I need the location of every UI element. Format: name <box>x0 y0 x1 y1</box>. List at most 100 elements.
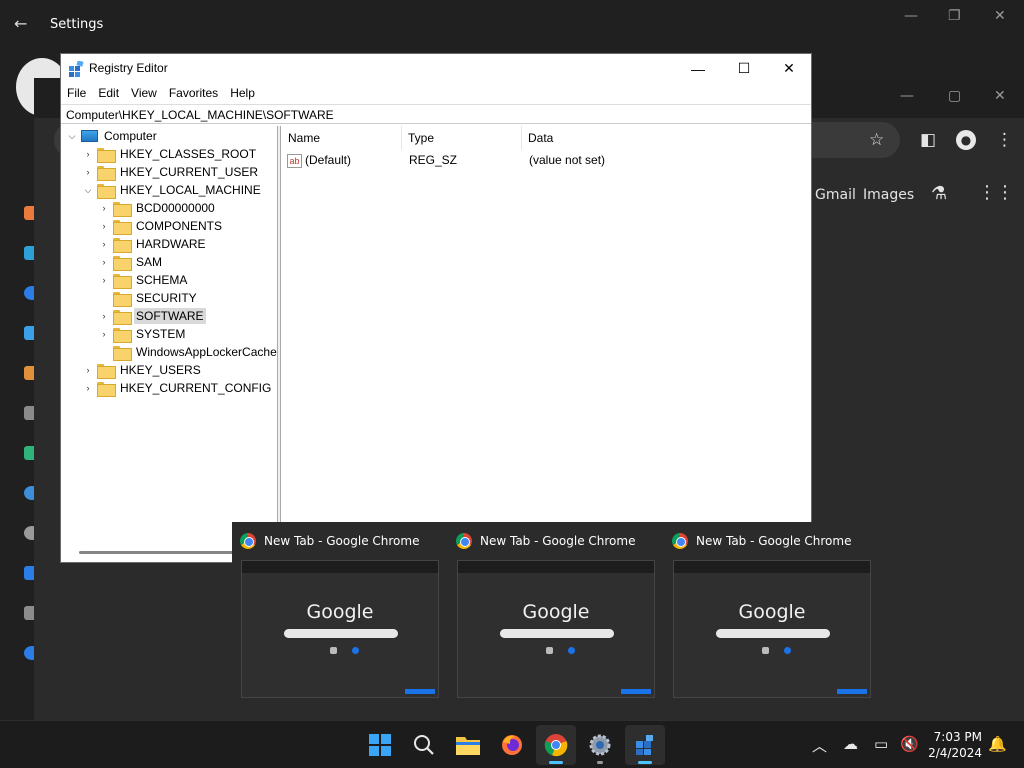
computer-icon <box>81 130 98 142</box>
menu-favorites[interactable]: Favorites <box>163 83 224 103</box>
thumbnail-title: New Tab - Google Chrome <box>480 534 636 548</box>
chrome-minimize-icon[interactable]: — <box>900 88 914 104</box>
network-icon[interactable]: ▭ <box>874 735 888 753</box>
tree-node-hkcr[interactable]: › HKEY_CLASSES_ROOT <box>82 145 258 163</box>
chrome-close-icon[interactable]: ✕ <box>994 88 1006 104</box>
close-button[interactable]: ✕ <box>766 54 812 83</box>
minimize-icon[interactable]: — <box>904 8 918 24</box>
tree-node-hkcc[interactable]: › HKEY_CURRENT_CONFIG <box>82 379 273 397</box>
maximize-button[interactable]: ☐ <box>721 54 767 83</box>
labs-flask-icon[interactable]: ⚗ <box>931 183 947 204</box>
column-header-data[interactable]: Data <box>522 126 811 150</box>
clock[interactable]: 7:03 PM 2/4/2024 <box>928 729 982 761</box>
tree-node-hku[interactable]: › HKEY_USERS <box>82 361 203 379</box>
collapsed-chevron-icon[interactable]: › <box>98 239 110 249</box>
close-icon[interactable]: ✕ <box>994 8 1006 24</box>
menu-view[interactable]: View <box>125 83 163 103</box>
google-logo: Google <box>522 601 590 623</box>
onedrive-offline-icon[interactable]: ☁ <box>843 735 858 753</box>
expanded-chevron-icon[interactable]: ⌵ <box>66 131 78 142</box>
values-list: Name Type Data ab (Default) REG_SZ (valu… <box>282 126 811 562</box>
registry-editor-taskbar-button[interactable] <box>625 725 665 765</box>
tree-node-components[interactable]: › COMPONENTS <box>98 217 224 235</box>
thumbnail-preview[interactable]: Google <box>457 560 655 698</box>
google-logo: Google <box>738 601 806 623</box>
gear-icon <box>589 734 611 756</box>
collapsed-chevron-icon[interactable]: › <box>98 203 110 213</box>
images-link[interactable]: Images <box>863 187 914 203</box>
start-button[interactable] <box>360 725 400 765</box>
tree-node-security[interactable]: SECURITY <box>98 289 199 307</box>
menu-file[interactable]: File <box>61 83 92 103</box>
collapsed-chevron-icon[interactable]: › <box>98 311 110 321</box>
tree-node-computer[interactable]: ⌵ Computer <box>66 127 159 145</box>
folder-icon <box>113 309 132 325</box>
folder-icon <box>113 219 132 235</box>
value-data: (value not set) <box>529 153 606 167</box>
collapsed-chevron-icon[interactable]: › <box>82 383 94 393</box>
menu-help[interactable]: Help <box>224 83 261 103</box>
taskbar: ︿ ☁ ▭ 🔇 7:03 PM 2/4/2024 🔔 <box>0 720 1024 768</box>
menu-edit[interactable]: Edit <box>92 83 125 103</box>
search-icon <box>414 735 434 755</box>
thumbnail-3[interactable]: New Tab - Google Chrome Google <box>664 522 880 707</box>
tree-node-sam[interactable]: › SAM <box>98 253 164 271</box>
search-button[interactable] <box>404 725 444 765</box>
windows-logo-icon <box>369 734 391 756</box>
expanded-chevron-icon[interactable]: ⌵ <box>82 185 94 196</box>
thumbnail-preview[interactable]: Google <box>673 560 871 698</box>
column-header-type[interactable]: Type <box>402 126 522 150</box>
settings-taskbar-button[interactable] <box>580 725 620 765</box>
side-panel-icon[interactable]: ◧ <box>920 130 936 150</box>
menu-kebab-icon[interactable]: ⋮ <box>996 130 1013 150</box>
folder-icon <box>113 291 132 307</box>
collapsed-chevron-icon[interactable]: › <box>98 221 110 231</box>
gmail-link[interactable]: Gmail <box>815 187 856 203</box>
restore-icon[interactable]: ❐ <box>948 8 961 24</box>
folder-icon <box>113 345 132 361</box>
chrome-icon <box>456 533 472 549</box>
thumbnail-2[interactable]: New Tab - Google Chrome Google <box>448 522 664 707</box>
column-header-name[interactable]: Name <box>282 126 402 150</box>
show-hidden-icons-chevron-icon[interactable]: ︿ <box>812 735 827 756</box>
address-bar[interactable]: Computer\HKEY_LOCAL_MACHINE\SOFTWARE <box>61 104 811 124</box>
tree-node-software[interactable]: › SOFTWARE <box>98 307 206 325</box>
volume-muted-icon[interactable]: 🔇 <box>900 735 919 753</box>
notification-bell-icon[interactable]: 🔔 <box>988 735 1007 753</box>
collapsed-chevron-icon[interactable]: › <box>82 167 94 177</box>
folder-icon <box>113 273 132 289</box>
bookmark-star-icon[interactable]: ☆ <box>869 130 884 150</box>
running-indicator <box>597 761 603 764</box>
chrome-taskbar-button[interactable] <box>536 725 576 765</box>
firefox-button[interactable] <box>492 725 532 765</box>
running-indicator <box>638 761 652 764</box>
tree-node-schema[interactable]: › SCHEMA <box>98 271 189 289</box>
settings-title: Settings <box>50 17 104 32</box>
tree-node-hkcu[interactable]: › HKEY_CURRENT_USER <box>82 163 260 181</box>
chrome-restore-icon[interactable]: ▢ <box>948 88 961 104</box>
profile-icon[interactable]: ● <box>956 130 976 150</box>
collapsed-chevron-icon[interactable]: › <box>82 365 94 375</box>
collapsed-chevron-icon[interactable]: › <box>98 329 110 339</box>
tree-node-hardware[interactable]: › HARDWARE <box>98 235 208 253</box>
thumbnail-1[interactable]: New Tab - Google Chrome Google <box>232 522 448 707</box>
collapsed-chevron-icon[interactable]: › <box>98 275 110 285</box>
thumbnail-preview[interactable]: Google <box>241 560 439 698</box>
google-logo: Google <box>306 601 374 623</box>
tree-node-hklm[interactable]: ⌵ HKEY_LOCAL_MACHINE <box>82 181 263 199</box>
collapsed-chevron-icon[interactable]: › <box>98 257 110 267</box>
tree-node-bcd[interactable]: › BCD00000000 <box>98 199 217 217</box>
minimize-button[interactable]: — <box>675 54 721 83</box>
collapsed-chevron-icon[interactable]: › <box>82 149 94 159</box>
tree-node-system[interactable]: › SYSTEM <box>98 325 187 343</box>
tree-node-applocker[interactable]: WindowsAppLockerCache <box>98 343 277 361</box>
pane-splitter[interactable] <box>277 126 281 562</box>
back-arrow-icon[interactable]: ← <box>14 14 27 33</box>
taskbar-thumbnail-previews: New Tab - Google Chrome Google New Tab -… <box>232 522 880 707</box>
apps-grid-icon[interactable]: ⋮⋮ <box>978 182 1014 203</box>
file-explorer-icon <box>456 737 480 755</box>
folder-icon <box>113 327 132 343</box>
value-name: (Default) <box>305 153 352 167</box>
firefox-icon <box>502 735 522 755</box>
file-explorer-button[interactable] <box>448 725 488 765</box>
